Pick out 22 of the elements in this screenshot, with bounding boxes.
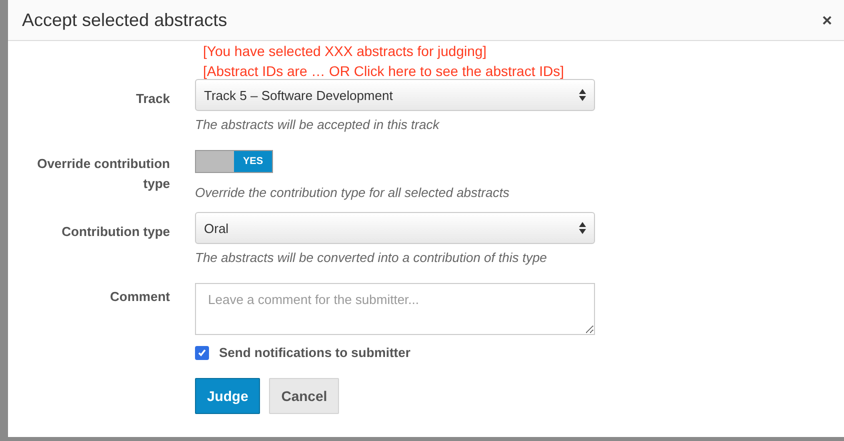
- select-field[interactable]: Oral: [195, 212, 595, 244]
- help-text: Override the contribution type for all selected abstracts: [195, 185, 510, 200]
- caret-icon: [579, 89, 586, 101]
- checkbox[interactable]: [195, 346, 209, 360]
- select-field[interactable]: Track 5 – Software Development: [195, 79, 595, 111]
- notice-text: [Abstract IDs are … OR Click here to see the abstract IDs]: [203, 62, 566, 81]
- judge-button[interactable]: Judge: [195, 378, 260, 414]
- checkmark-icon: [197, 348, 207, 358]
- field-label: Comment: [109, 288, 170, 306]
- help-text: The abstracts will be converted into a contribution of this type: [195, 250, 548, 265]
- notice-text: [You have selected XXX abstracts for judging]: [203, 42, 488, 61]
- field-label: Track: [135, 90, 170, 108]
- help-text: The abstracts will be accepted in this track: [195, 117, 440, 132]
- field-label: Contribution type: [60, 223, 170, 241]
- cancel-button[interactable]: Cancel: [269, 378, 340, 414]
- checkbox-label: Send notifications to submitter: [219, 345, 410, 360]
- toggle-switch[interactable]: YES: [195, 150, 273, 173]
- comment-field[interactable]: Leave a comment for the submitter...: [195, 283, 595, 335]
- caret-icon: [579, 222, 586, 234]
- dialog-title: Accept selected abstracts: [22, 10, 228, 30]
- field-label: Override contribution type: [36, 155, 170, 193]
- close-button[interactable]: ×: [820, 12, 834, 28]
